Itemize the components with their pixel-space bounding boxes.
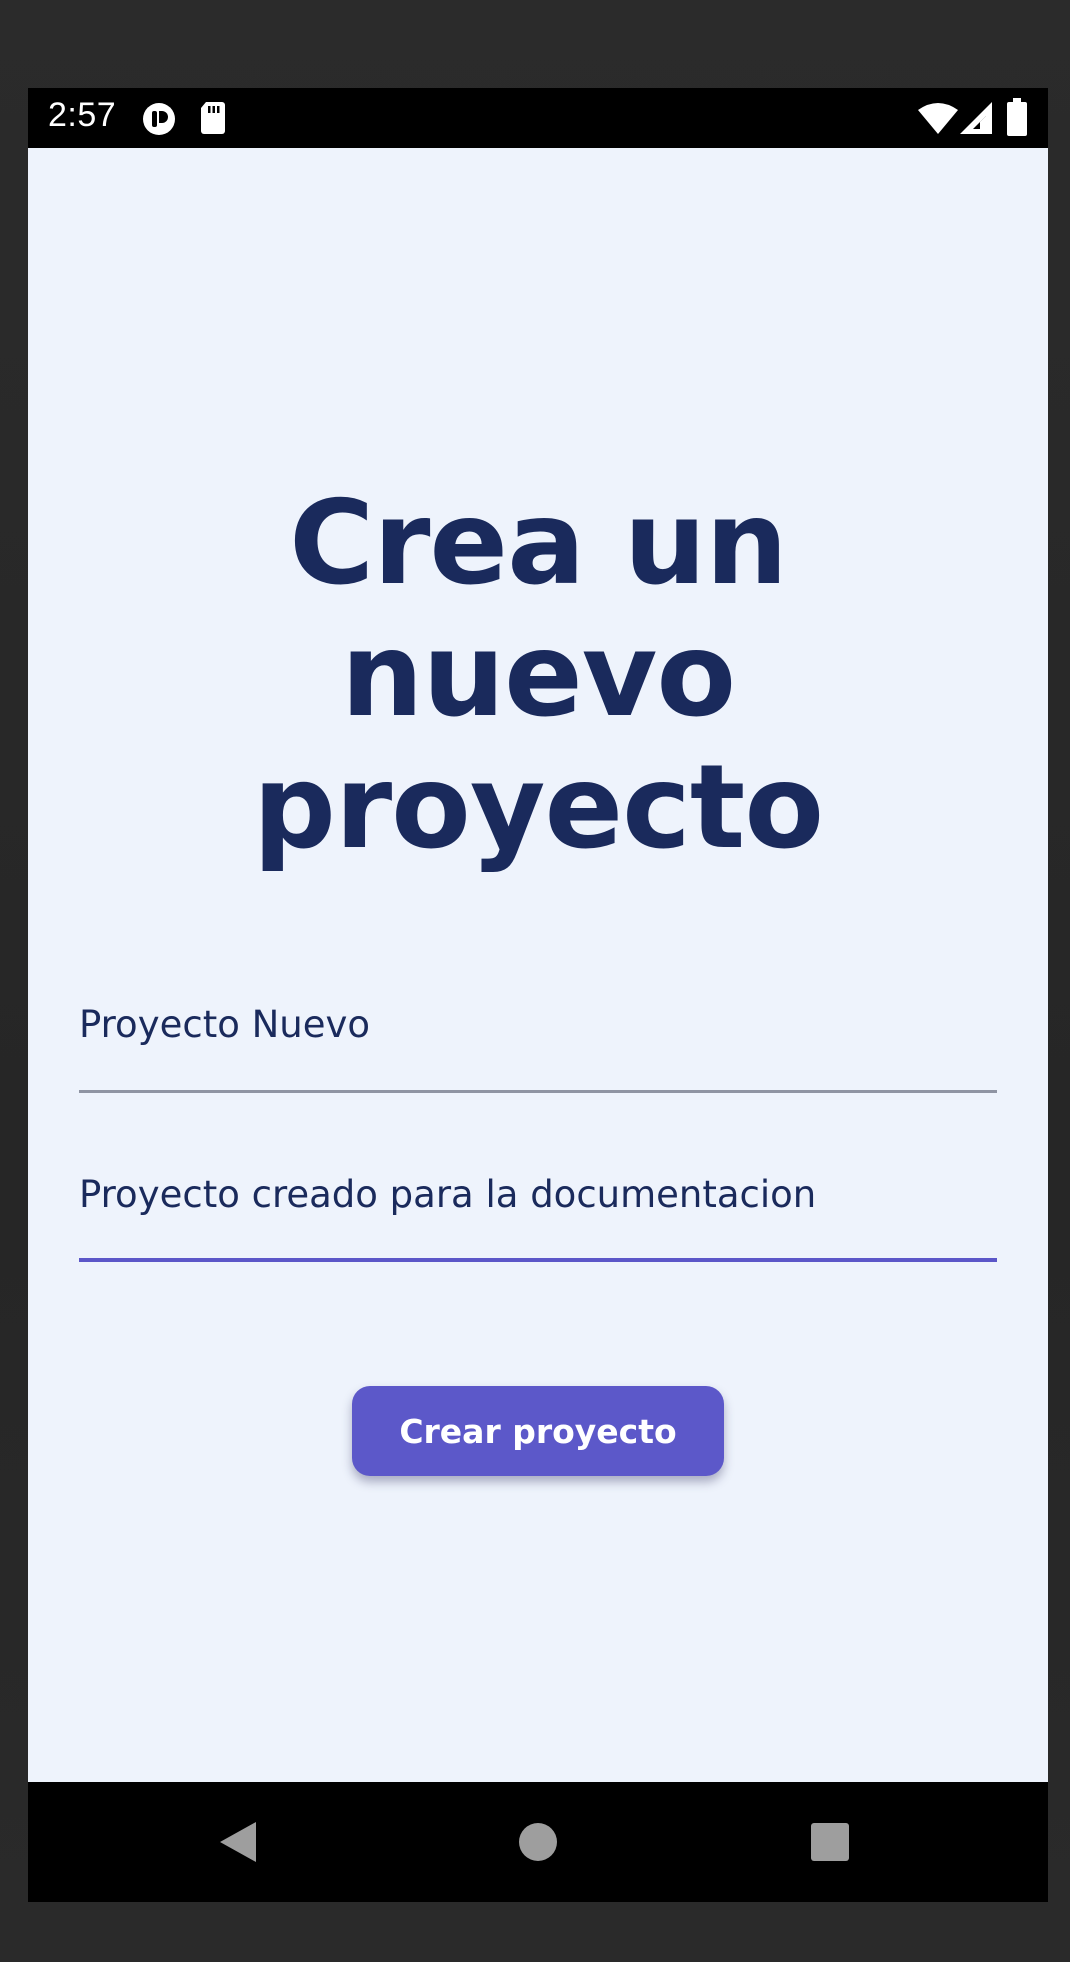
status-bar: 2:57 <box>28 88 1048 148</box>
project-description-field[interactable]: Proyecto creado para la documentacion <box>79 1173 997 1273</box>
project-name-value[interactable]: Proyecto Nuevo <box>79 1003 370 1046</box>
app-notification-icon <box>142 102 176 140</box>
recents-button[interactable] <box>780 1782 880 1902</box>
project-name-field[interactable]: Proyecto Nuevo <box>79 1003 997 1103</box>
home-icon <box>519 1823 557 1861</box>
create-project-button[interactable]: Crear proyecto <box>352 1386 724 1476</box>
wifi-icon <box>918 102 958 138</box>
home-button[interactable] <box>488 1782 588 1902</box>
back-icon <box>220 1822 256 1862</box>
page-title: Crea un nuevo proyecto <box>252 476 824 875</box>
project-name-underline <box>79 1090 997 1093</box>
back-button[interactable] <box>190 1782 290 1902</box>
project-description-value[interactable]: Proyecto creado para la documentacion <box>79 1173 816 1216</box>
recents-icon <box>811 1823 849 1861</box>
create-project-screen: Crea un nuevo proyecto Proyecto Nuevo Pr… <box>28 148 1048 1782</box>
status-time: 2:57 <box>48 96 117 134</box>
cell-signal-icon <box>960 102 992 138</box>
navigation-bar <box>28 1782 1048 1902</box>
device-frame: 2:57 Crea un nuevo proyecto Proyecto Nue… <box>28 88 1048 1902</box>
project-description-underline <box>79 1258 997 1262</box>
battery-icon <box>1006 98 1028 140</box>
sd-card-icon <box>200 101 226 139</box>
